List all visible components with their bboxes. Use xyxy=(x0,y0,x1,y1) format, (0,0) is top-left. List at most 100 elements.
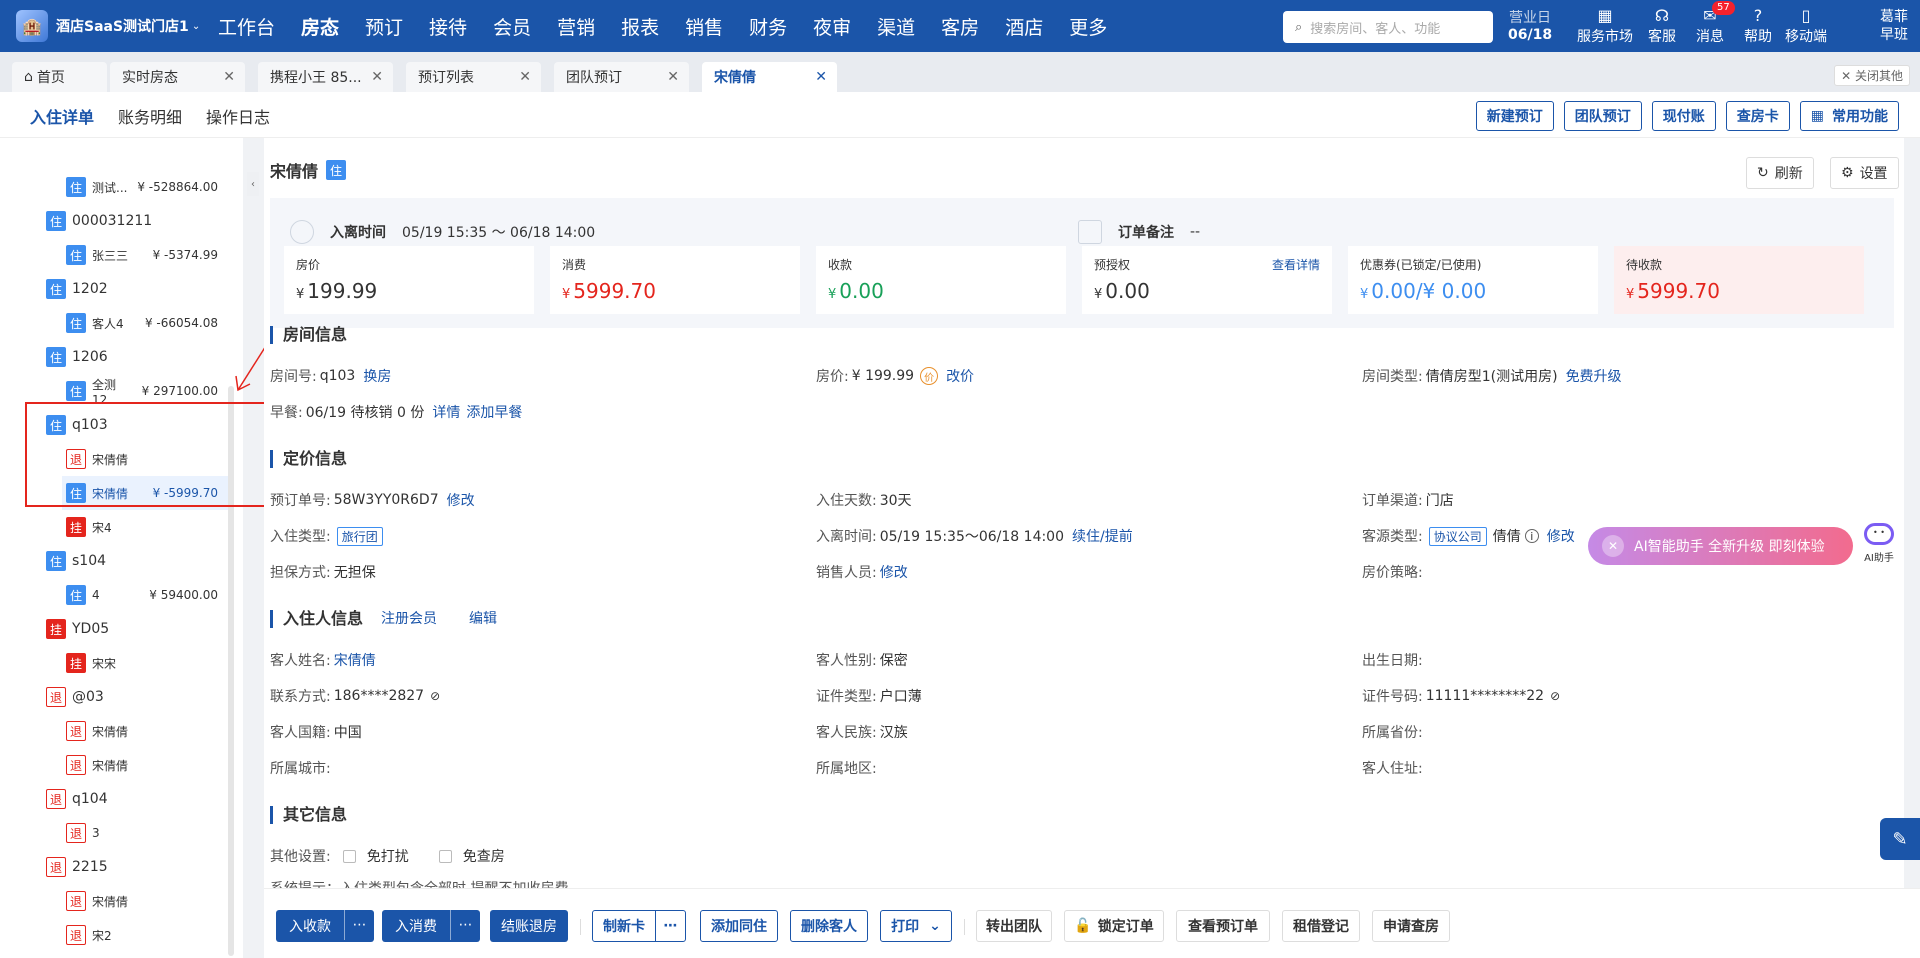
brand[interactable]: 🏨 酒店SaaS测试门店1 ⌄ xyxy=(0,10,205,42)
tab-account-detail[interactable]: 账务明细 xyxy=(118,104,182,128)
list-item[interactable]: 退宋倩倩 xyxy=(66,884,230,918)
tab-home[interactable]: ⌂ 首页 xyxy=(12,62,107,92)
nav-sales[interactable]: 销售 xyxy=(672,0,736,52)
list-item[interactable]: 退3 xyxy=(66,816,230,850)
tab-guest-detail[interactable]: 宋倩倩 ✕ xyxy=(702,62,837,92)
breakfast-detail-link[interactable]: 详情 xyxy=(432,402,460,422)
feedback-icon[interactable]: ✎ xyxy=(1880,818,1920,860)
nav-housekeeping[interactable]: 客房 xyxy=(928,0,992,52)
customer-service-button[interactable]: ☊ 客服 xyxy=(1638,6,1686,46)
more-icon[interactable]: ⋯ xyxy=(344,910,374,940)
team-booking-button[interactable]: 团队预订 xyxy=(1563,101,1642,131)
close-icon[interactable]: ✕ xyxy=(667,69,679,85)
delete-guest-button[interactable]: 删除客人 xyxy=(790,910,868,942)
guest-name-link[interactable]: 宋倩倩 xyxy=(334,650,376,670)
common-functions-button[interactable]: ▦ 常用功能 xyxy=(1799,101,1899,131)
make-card-button[interactable]: 制新卡 ⋯ xyxy=(592,910,686,942)
borrow-register-button[interactable]: 租借登记 xyxy=(1282,910,1360,942)
list-item[interactable]: 退宋倩倩 xyxy=(66,748,230,782)
list-item[interactable]: 住张三三 ¥ -5374.99 xyxy=(66,238,230,272)
close-icon[interactable]: ✕ xyxy=(1602,535,1624,557)
extend-stay-link[interactable]: 续住/提前 xyxy=(1072,526,1133,546)
room-item[interactable]: 挂 YD05 xyxy=(46,612,230,646)
nav-workbench[interactable]: 工作台 xyxy=(205,0,288,52)
list-item[interactable]: 挂宋宋 xyxy=(66,646,230,680)
print-button[interactable]: 打印 ⌄ xyxy=(880,910,952,942)
list-item[interactable]: 退宋2 xyxy=(66,918,230,952)
nav-booking[interactable]: 预订 xyxy=(352,0,416,52)
user-menu[interactable]: 葛菲 早班 xyxy=(1880,8,1908,44)
service-market-button[interactable]: ▦ 服务市场 xyxy=(1572,6,1638,46)
free-upgrade-link[interactable]: 免费升级 xyxy=(1566,366,1622,386)
modify-source-link[interactable]: 修改 xyxy=(1547,526,1575,546)
list-item[interactable]: 挂宋4 xyxy=(66,510,230,544)
nav-member[interactable]: 会员 xyxy=(480,0,544,52)
no-room-check-checkbox[interactable] xyxy=(438,849,452,863)
nav-more[interactable]: 更多 xyxy=(1056,0,1120,52)
lock-order-button[interactable]: 🔓 锁定订单 xyxy=(1064,910,1164,942)
collapse-panel-icon[interactable]: ‹ xyxy=(247,172,259,196)
more-icon[interactable]: ⋯ xyxy=(450,910,480,940)
help-button[interactable]: ? 帮助 xyxy=(1734,6,1782,46)
tab-team-booking[interactable]: 团队预订 ✕ xyxy=(554,62,689,92)
ai-assistant-banner[interactable]: ✕ AI智能助手 全新升级 即刻体验 xyxy=(1588,527,1853,565)
nav-channel[interactable]: 渠道 xyxy=(864,0,928,52)
close-icon[interactable]: ✕ xyxy=(519,69,531,85)
tab-operation-log[interactable]: 操作日志 xyxy=(206,104,270,128)
settings-button[interactable]: ⚙ 设置 xyxy=(1830,157,1899,189)
checkout-button[interactable]: 结账退房 xyxy=(490,910,568,942)
eye-hidden-icon[interactable]: ⊘ xyxy=(1550,689,1560,703)
room-item[interactable]: 退 2215 xyxy=(46,850,230,884)
do-not-disturb-checkbox[interactable] xyxy=(342,849,356,863)
tab-checkin-detail[interactable]: 入住详单 xyxy=(30,104,95,141)
view-details-link[interactable]: 查看详情 xyxy=(1272,256,1320,273)
list-item[interactable]: 退宋倩倩 xyxy=(66,714,230,748)
more-icon[interactable]: ⋯ xyxy=(655,911,685,941)
ai-assistant-button[interactable]: • • AI助手 xyxy=(1862,523,1896,564)
nav-marketing[interactable]: 营销 xyxy=(544,0,608,52)
eye-hidden-icon[interactable]: ⊘ xyxy=(430,689,440,703)
message-button[interactable]: ✉ 57 消息 xyxy=(1686,1,1735,46)
add-companion-button[interactable]: 添加同住 xyxy=(700,910,778,942)
nav-report[interactable]: 报表 xyxy=(608,0,672,52)
modify-order-link[interactable]: 修改 xyxy=(447,490,475,510)
check-room-card-button[interactable]: 查房卡 xyxy=(1725,101,1790,131)
room-item[interactable]: 住 s104 xyxy=(46,544,230,578)
refresh-button[interactable]: ↻ 刷新 xyxy=(1746,157,1814,189)
register-member-link[interactable]: 注册会员 xyxy=(381,610,437,628)
nav-room-status[interactable]: 房态 xyxy=(288,0,352,52)
transfer-team-button[interactable]: 转出团队 xyxy=(976,910,1052,942)
change-price-link[interactable]: 改价 xyxy=(946,366,974,386)
tab-realtime-status[interactable]: 实时房态 ✕ xyxy=(110,62,245,92)
list-item[interactable]: 住 4 ¥ 59400.00 xyxy=(66,578,230,612)
change-room-link[interactable]: 换房 xyxy=(363,366,391,386)
close-others-button[interactable]: ✕ 关闭其他 xyxy=(1834,65,1910,86)
add-consumption-button[interactable]: 入消费 ⋯ xyxy=(382,910,480,942)
nav-reception[interactable]: 接待 xyxy=(416,0,480,52)
edit-guest-link[interactable]: 编辑 xyxy=(469,610,497,628)
new-booking-button[interactable]: 新建预订 xyxy=(1475,101,1554,131)
room-item[interactable]: 住 000031211 xyxy=(46,204,230,238)
close-icon[interactable]: ✕ xyxy=(371,69,383,85)
request-room-check-button[interactable]: 申请查房 xyxy=(1372,910,1450,942)
tab-booking-list[interactable]: 预订列表 ✕ xyxy=(406,62,541,92)
search-input[interactable]: ⌕ 搜索房间、客人、功能 xyxy=(1283,11,1493,43)
nav-night-audit[interactable]: 夜审 xyxy=(800,0,864,52)
collect-payment-button[interactable]: 入收款 ⋯ xyxy=(276,910,374,942)
room-item[interactable]: 退 q104 xyxy=(46,782,230,816)
close-icon[interactable]: ✕ xyxy=(815,69,827,85)
add-breakfast-link[interactable]: 添加早餐 xyxy=(466,402,522,422)
list-item[interactable]: 住客人4 ¥ -66054.08 xyxy=(66,306,230,340)
modify-sales-link[interactable]: 修改 xyxy=(880,562,908,582)
mobile-button[interactable]: ▯ 移动端 xyxy=(1782,6,1830,46)
view-booking-button[interactable]: 查看预订单 xyxy=(1176,910,1270,942)
list-item[interactable]: 住测试... ¥ -528864.00 xyxy=(66,170,230,204)
cash-account-button[interactable]: 现付账 xyxy=(1651,101,1716,131)
nav-hotel[interactable]: 酒店 xyxy=(992,0,1056,52)
room-item[interactable]: 住 1202 xyxy=(46,272,230,306)
room-item[interactable]: 住 1206 xyxy=(46,340,230,374)
room-item[interactable]: 退 @03 xyxy=(46,680,230,714)
tab-ctrip-order[interactable]: 携程小王 85... ✕ xyxy=(258,62,393,92)
close-icon[interactable]: ✕ xyxy=(223,69,235,85)
nav-finance[interactable]: 财务 xyxy=(736,0,800,52)
